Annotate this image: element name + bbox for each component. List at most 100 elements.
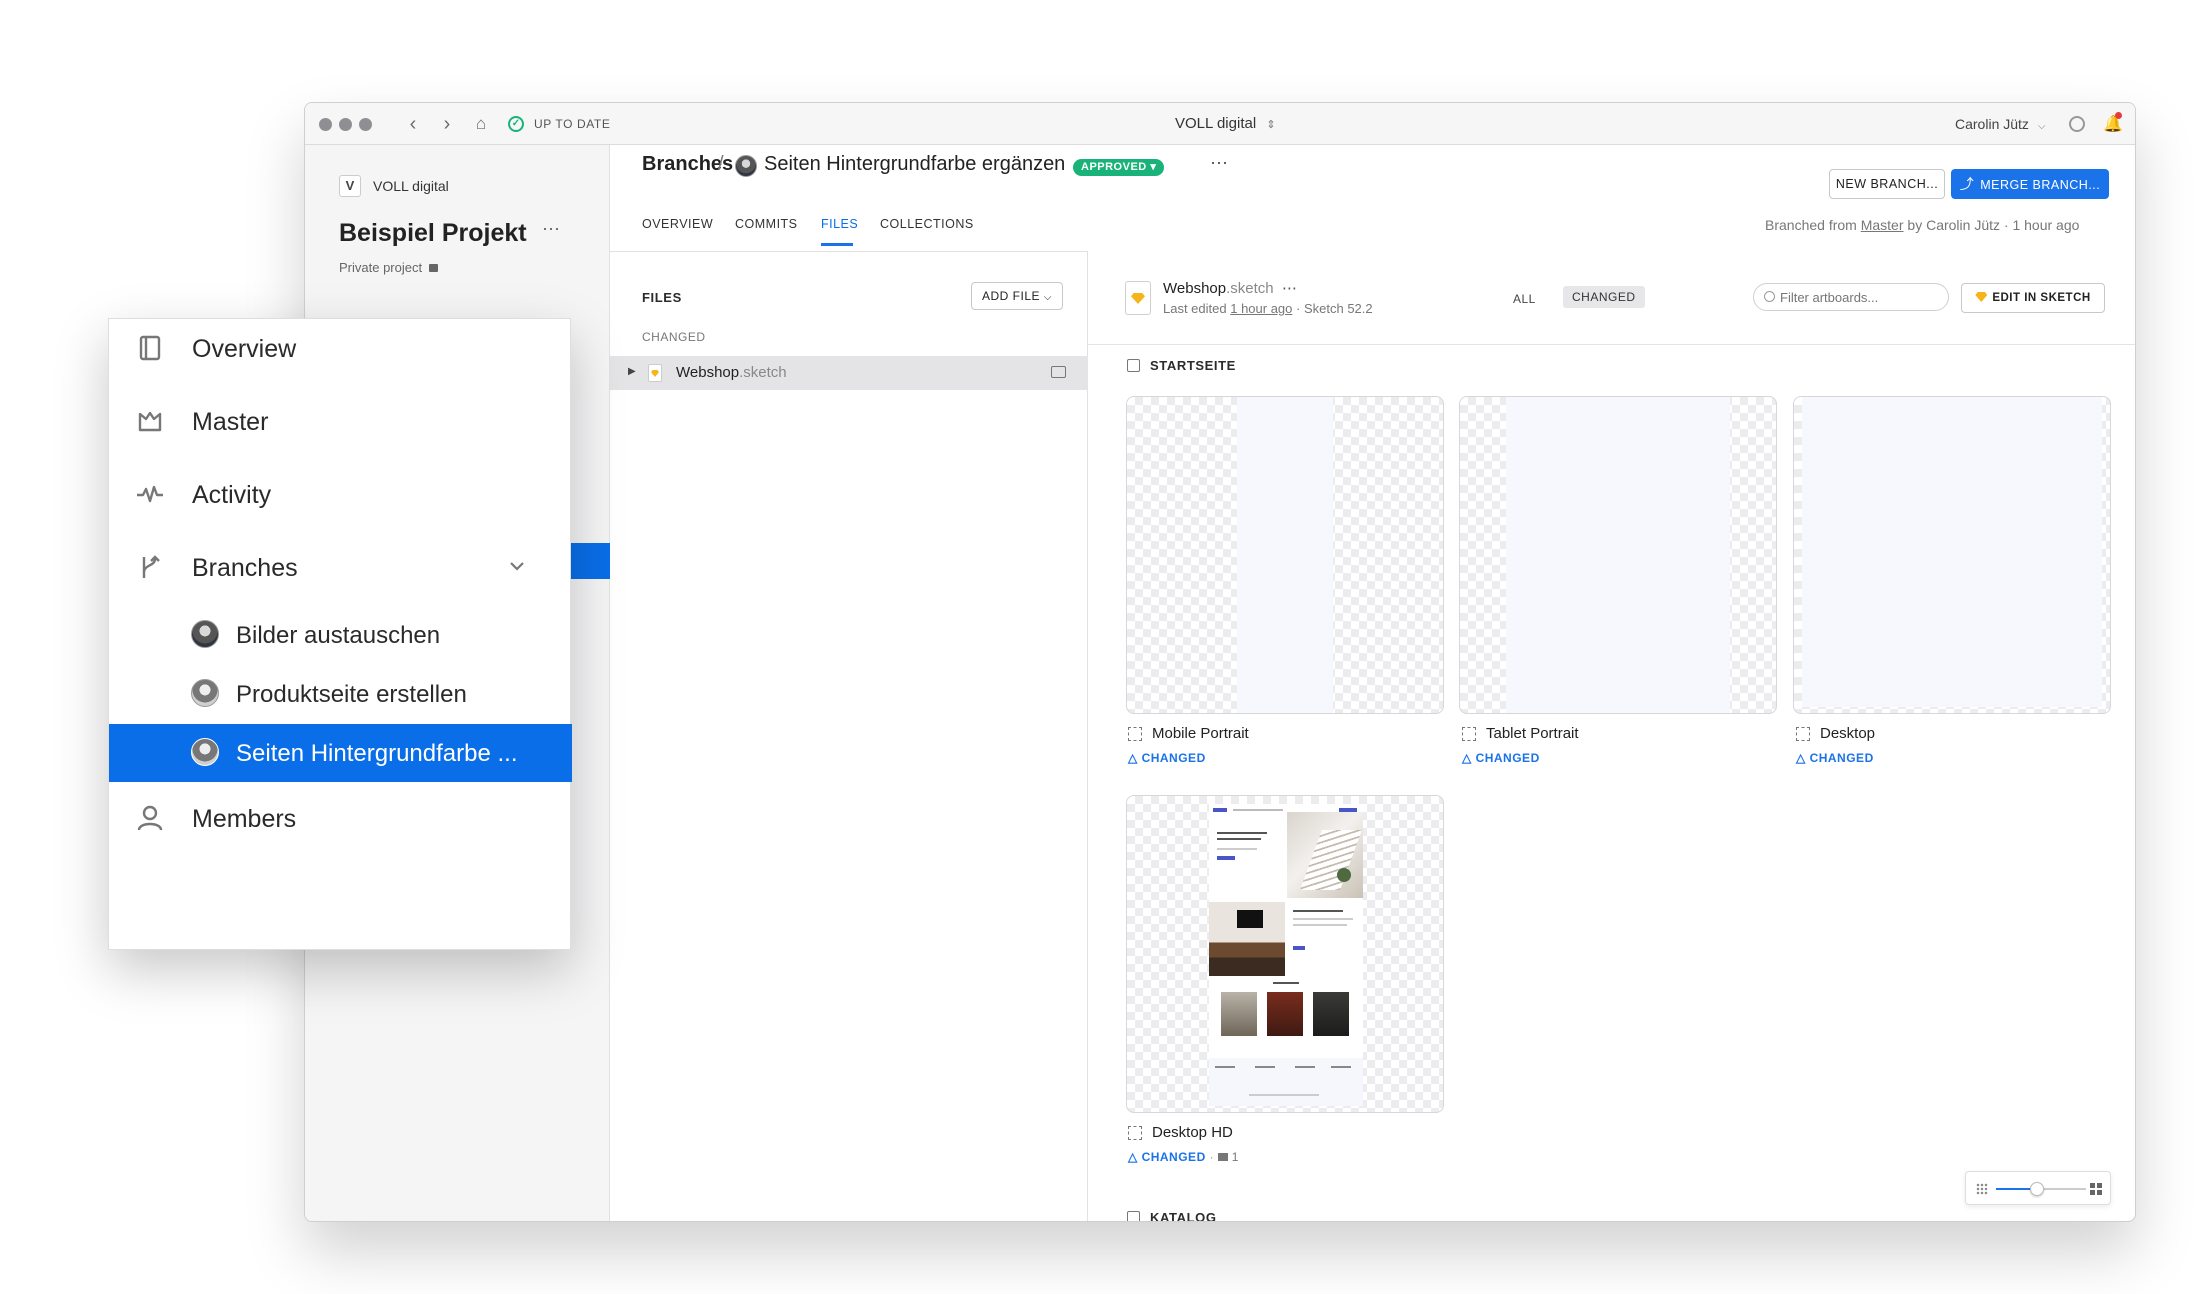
preview-headline xyxy=(1217,832,1267,834)
org-logo: V xyxy=(339,175,361,197)
project-nav-popover: Overview Master Activity Branches Bilder… xyxy=(108,318,572,950)
separator-dot: · xyxy=(1209,1150,1215,1164)
artboard-icon xyxy=(1796,727,1810,741)
branched-by: by Carolin Jütz · 1 hour ago xyxy=(1907,217,2080,233)
notification-dot xyxy=(2115,112,2122,119)
comment-icon[interactable] xyxy=(1051,366,1066,378)
preview-text xyxy=(1293,918,1353,920)
artboard-name[interactable]: Tablet Portrait xyxy=(1486,725,1579,742)
project-more-icon[interactable]: ⋯ xyxy=(542,219,561,240)
artboard-icon xyxy=(1128,1126,1142,1140)
preview-hero-image xyxy=(1287,812,1363,898)
add-file-button[interactable]: ADD FILE ⌵ xyxy=(971,282,1063,310)
avatar xyxy=(191,679,219,707)
tab-collections[interactable]: COLLECTIONS xyxy=(880,217,974,231)
artboard-icon xyxy=(1462,727,1476,741)
branch-item-label: Bilder austauschen xyxy=(236,622,441,649)
branch-title: Seiten Hintergrundfarbe ergänzen xyxy=(764,153,1066,175)
preview-button xyxy=(1293,946,1305,950)
user-name: Carolin Jütz xyxy=(1955,116,2029,132)
merge-branch-label: MERGE BRANCH... xyxy=(1980,178,2101,192)
tab-overview[interactable]: OVERVIEW xyxy=(642,217,713,231)
nav-item-overview[interactable]: Overview xyxy=(109,319,572,377)
branch-item-selected[interactable]: Seiten Hintergrundfarbe ... xyxy=(109,724,572,782)
nav-item-branches[interactable]: Branches xyxy=(109,538,572,596)
branch-item[interactable]: Produktseite erstellen xyxy=(109,665,572,723)
chevron-down-icon: ⌵ xyxy=(2037,121,2046,132)
nav-item-label: Activity xyxy=(192,481,272,509)
document-name: Webshop.sketch ⋯ xyxy=(1163,279,1298,297)
artboard-thumbnail[interactable] xyxy=(1126,795,1444,1113)
branched-from-link[interactable]: Master xyxy=(1861,217,1904,233)
chevron-right-icon[interactable]: › xyxy=(435,112,459,136)
document-more-icon[interactable]: ⋯ xyxy=(1282,280,1298,297)
avatar xyxy=(191,738,219,766)
nav-item-label: Branches xyxy=(192,554,298,582)
workspace-switcher[interactable]: VOLL digital ⇕ xyxy=(1175,115,1276,132)
sync-status: UP TO DATE xyxy=(534,117,611,131)
edited-time-link[interactable]: 1 hour ago xyxy=(1230,301,1292,316)
changed-badge: △ CHANGED xyxy=(1128,751,1206,765)
file-row[interactable]: ▶ Webshop.sketch xyxy=(610,356,1088,390)
preview-nav xyxy=(1233,809,1283,811)
branch-owner-avatar xyxy=(735,155,757,177)
status-badge[interactable]: APPROVED ▾ xyxy=(1073,159,1165,176)
caret-right-icon[interactable]: ▶ xyxy=(628,366,636,377)
changed-badge: △ CHANGED · 1 xyxy=(1128,1150,1239,1164)
nav-item-master[interactable]: Master xyxy=(109,392,572,450)
tab-commits[interactable]: COMMITS xyxy=(735,217,798,231)
branched-from-prefix: Branched from xyxy=(1765,217,1857,233)
chevron-left-icon[interactable]: ‹ xyxy=(401,112,425,136)
merge-branch-button[interactable]: ⤴ MERGE BRANCH... xyxy=(1951,169,2109,199)
branch-more-icon[interactable]: ⋯ xyxy=(1210,153,1229,174)
help-lifebuoy-icon[interactable] xyxy=(2069,116,2085,132)
artboard-thumbnail[interactable] xyxy=(1459,396,1777,714)
user-menu[interactable]: Carolin Jütz ⌵ xyxy=(1955,116,2045,132)
branch-item[interactable]: Bilder austauschen xyxy=(109,606,572,664)
title-bar: ‹ › ⌂ ✓ UP TO DATE VOLL digital ⇕ Caroli… xyxy=(305,103,2135,145)
nav-item-activity[interactable]: Activity xyxy=(109,465,572,523)
new-branch-button[interactable]: NEW BRANCH... xyxy=(1829,169,1945,199)
zoom-window-button[interactable] xyxy=(359,118,372,131)
app-window: ‹ › ⌂ ✓ UP TO DATE VOLL digital ⇕ Caroli… xyxy=(304,102,2136,1222)
large-grid-icon[interactable] xyxy=(2090,1183,2102,1195)
chevron-down-icon[interactable] xyxy=(509,560,525,572)
filter-artboards-field[interactable] xyxy=(1753,283,1949,311)
edit-in-sketch-button[interactable]: EDIT IN SKETCH xyxy=(1961,283,2105,313)
preview-product-image xyxy=(1267,992,1303,1036)
edit-in-sketch-label: EDIT IN SKETCH xyxy=(1992,292,2091,304)
branch-icon xyxy=(142,555,160,578)
search-icon xyxy=(1764,291,1775,302)
preview-headline xyxy=(1217,838,1261,840)
nav-item-members[interactable]: Members xyxy=(109,789,572,847)
notebook-icon xyxy=(139,335,161,361)
filter-changed[interactable]: CHANGED xyxy=(1563,286,1645,308)
preview-footer-text xyxy=(1295,1066,1315,1068)
org-name[interactable]: VOLL digital xyxy=(373,178,449,194)
document-name-base: Webshop xyxy=(1163,280,1227,297)
artboard-name[interactable]: Mobile Portrait xyxy=(1152,725,1249,742)
preview-text xyxy=(1217,848,1257,850)
chevron-down-icon: ⌵ xyxy=(1043,292,1052,303)
website-preview xyxy=(1209,804,1363,1106)
artboard-name[interactable]: Desktop HD xyxy=(1152,1124,1233,1141)
minimize-window-button[interactable] xyxy=(339,118,352,131)
preview-button xyxy=(1217,856,1235,860)
artboard-preview xyxy=(1802,397,2102,707)
tab-files[interactable]: FILES xyxy=(821,217,858,231)
filter-artboards-input[interactable] xyxy=(1780,288,1940,306)
filter-all[interactable]: ALL xyxy=(1513,292,1536,306)
artboard-name[interactable]: Desktop xyxy=(1820,725,1875,742)
avatar xyxy=(191,620,219,648)
sketch-file-icon xyxy=(648,364,662,382)
page-icon xyxy=(1127,359,1140,372)
zoom-slider-thumb[interactable] xyxy=(2029,1182,2044,1196)
artboard-thumbnail[interactable] xyxy=(1126,396,1444,714)
edited-suffix: · Sketch 52.2 xyxy=(1296,301,1373,316)
visibility-label: Private project xyxy=(339,260,423,275)
home-icon[interactable]: ⌂ xyxy=(469,112,493,136)
branch-item-label: Produktseite erstellen xyxy=(236,681,467,708)
artboard-thumbnail[interactable] xyxy=(1793,396,2111,714)
small-grid-icon[interactable] xyxy=(1976,1183,1988,1195)
close-window-button[interactable] xyxy=(319,118,332,131)
